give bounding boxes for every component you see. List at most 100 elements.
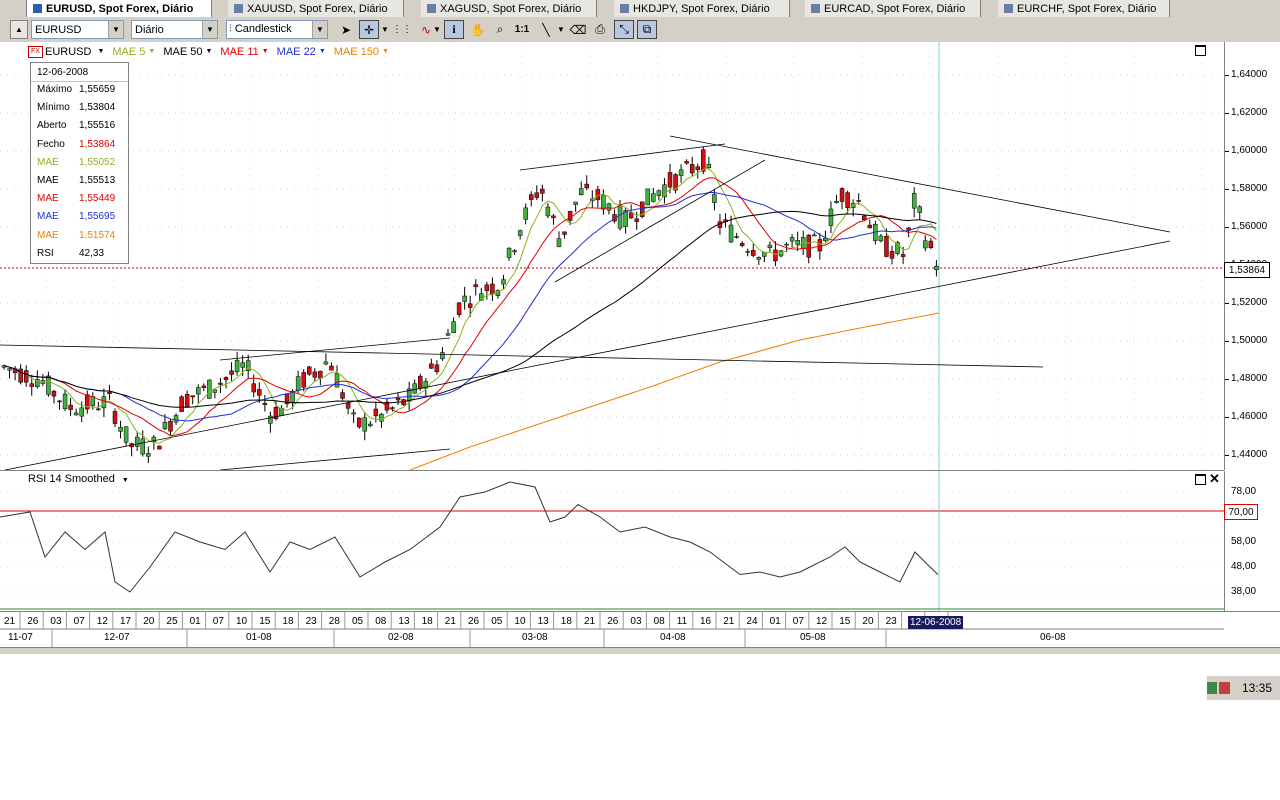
candle-body — [173, 415, 179, 423]
day-tick-label: 12 — [96, 616, 108, 627]
line-tool-button[interactable]: ╲ — [536, 20, 556, 39]
tab-label: EURCHF, Spot Forex, Diário — [1017, 2, 1157, 15]
hand-pan-button[interactable]: ✋ — [468, 20, 488, 39]
network-icon[interactable] — [1207, 682, 1218, 694]
info-row-value: 1,55659 — [79, 84, 116, 95]
price-chart-canvas[interactable] — [0, 42, 1224, 470]
legend-symbol[interactable]: EURUSD — [45, 46, 91, 58]
candle-body — [418, 375, 423, 389]
main-chart-panel[interactable]: FX EURUSD ▼ MAE 5 ▼ MAE 50 ▼ MAE 11 ▼ MAE 22… — [0, 42, 1224, 471]
tab-label: XAGUSD, Spot Forex, Diário — [440, 2, 582, 15]
candle-body — [900, 254, 906, 257]
crosshair-tool-button[interactable]: ✛ — [359, 20, 379, 39]
cursor-arrow-icon: ➤ — [340, 22, 352, 37]
info-row-label: Aberto — [37, 120, 67, 132]
tab-eurchf[interactable]: EURCHF, Spot Forex, Diário — [998, 0, 1170, 17]
legend-mae5[interactable]: MAE 5 — [112, 46, 145, 58]
price-tick-mark — [1225, 341, 1229, 342]
candle-body — [223, 377, 229, 381]
chevron-down-icon[interactable]: ▼ — [97, 48, 104, 55]
forex-icon: FX — [28, 45, 43, 58]
period-select[interactable]: Diário ▼ — [131, 20, 218, 39]
rsi-title[interactable]: RSI 14 Smoothed — [28, 473, 115, 485]
candle-body — [745, 250, 750, 253]
rsi-axis[interactable]: 78,00 58,00 48,00 38,00 — [1224, 471, 1280, 611]
candle-body — [651, 193, 656, 202]
tab-label: EURUSD, Spot Forex, Diário — [46, 2, 194, 15]
print-button[interactable]: ⎙ — [590, 20, 610, 39]
chevron-down-icon[interactable]: ▼ — [319, 48, 326, 55]
candle-body — [645, 188, 651, 206]
candle-body — [73, 412, 79, 416]
time-axis[interactable]: 21 26 03 07 12 17 20 25 01 07 10 15 18 23 28 05 08 13 18 21… — [0, 611, 1280, 648]
symbol-select[interactable]: EURUSD ▼ — [31, 20, 124, 39]
rsi-panel[interactable]: RSI 14 Smoothed ▼ ✕ — [0, 471, 1224, 611]
chart-tabs: EURUSD, Spot Forex, Diário XAUUSD, Spot … — [0, 0, 1280, 19]
autoscale-button[interactable]: ⤡ — [614, 20, 634, 39]
zoom-1to1-button[interactable]: 1:1 — [512, 20, 532, 39]
cursor-date-label: 12-06-2008 — [908, 616, 964, 629]
collapse-up-button[interactable]: ▲ — [10, 20, 28, 39]
shield-icon[interactable] — [1219, 682, 1230, 694]
line-dropdown-button[interactable]: ▼ — [556, 20, 566, 39]
info-row-label: Fecho — [37, 138, 65, 150]
chevron-down-icon[interactable]: ▼ — [148, 48, 155, 55]
candle-body — [218, 382, 223, 385]
price-tick-label: 1,62000 — [1231, 107, 1268, 118]
magnifier-icon: ⌕ — [496, 22, 504, 36]
grid-toggle-button[interactable]: ⋮⋮ — [392, 20, 412, 39]
tab-xagusd[interactable]: XAGUSD, Spot Forex, Diário — [421, 0, 597, 17]
price-tick-mark — [1225, 227, 1229, 228]
legend-mae50[interactable]: MAE 50 — [163, 46, 202, 58]
candle-body — [318, 370, 323, 379]
price-axis[interactable]: 1,640001,620001,600001,580001,560001,540… — [1224, 42, 1280, 470]
candle-body — [634, 218, 639, 222]
chevron-down-icon[interactable]: ▼ — [382, 48, 389, 55]
candle-body — [429, 363, 434, 369]
tab-hkdjpy[interactable]: HKDJPY, Spot Forex, Diário — [614, 0, 790, 17]
tab-eurusd[interactable]: EURUSD, Spot Forex, Diário — [26, 0, 212, 17]
crosshair-dropdown-button[interactable]: ▼ — [380, 20, 390, 39]
close-icon[interactable]: ✕ — [1209, 471, 1220, 487]
pointer-tool-button[interactable]: ➤ — [336, 20, 356, 39]
legend-mae150[interactable]: MAE 150 — [334, 46, 379, 58]
candle-body — [456, 302, 462, 315]
resize-arrows-icon: ⤡ — [619, 22, 629, 36]
linked-charts-button[interactable]: ⧉ — [637, 20, 657, 39]
info-icon: i — [452, 22, 456, 36]
price-tick-mark — [1225, 455, 1229, 456]
chart-type-select[interactable]: ⫶ Candlestick ▼ — [226, 20, 328, 39]
current-price-label: 1,53864 — [1224, 262, 1270, 278]
tab-eurcad[interactable]: EURCAD, Spot Forex, Diário — [805, 0, 981, 17]
legend-mae11[interactable]: MAE 11 — [220, 46, 258, 58]
candle-body — [451, 321, 456, 334]
day-tick-label: 10 — [514, 616, 526, 627]
chevron-down-icon[interactable]: ▼ — [262, 48, 269, 55]
candle-body — [179, 396, 184, 412]
candle-body — [57, 400, 62, 403]
zoom-button[interactable]: ⌕ — [490, 20, 510, 39]
chevron-down-icon[interactable]: ▼ — [122, 477, 129, 484]
legend-mae22[interactable]: MAE 22 — [277, 46, 316, 58]
candle-body — [207, 379, 212, 399]
candle-body — [656, 190, 662, 196]
crosshair-icon: ✛ — [363, 22, 375, 37]
candle-body — [79, 407, 84, 417]
maximize-panel-button[interactable] — [1195, 474, 1206, 485]
maximize-panel-button[interactable] — [1195, 45, 1206, 56]
indicator-dropdown-button[interactable]: ▼ — [432, 20, 442, 39]
candlestick-icon: ⫶ — [229, 23, 232, 35]
info-panel-toggle-button[interactable]: i — [444, 20, 464, 39]
data-window: 12-06-2008 Máximo 1,55659 Mínimo 1,53804 Abe… — [30, 62, 129, 264]
candle-body — [312, 371, 318, 378]
tab-xauusd[interactable]: XAUUSD, Spot Forex, Diário — [228, 0, 404, 17]
scrollbar-area[interactable] — [0, 647, 1280, 654]
candle-body — [68, 404, 73, 410]
candle-body — [734, 236, 739, 238]
eraser-button[interactable]: ⌫ — [568, 20, 588, 39]
chevron-down-icon[interactable]: ▼ — [205, 48, 212, 55]
day-tick-label: 20 — [862, 616, 874, 627]
rsi-chart-canvas[interactable] — [0, 471, 1224, 611]
candle-body — [695, 166, 700, 171]
candle-body — [845, 192, 850, 208]
